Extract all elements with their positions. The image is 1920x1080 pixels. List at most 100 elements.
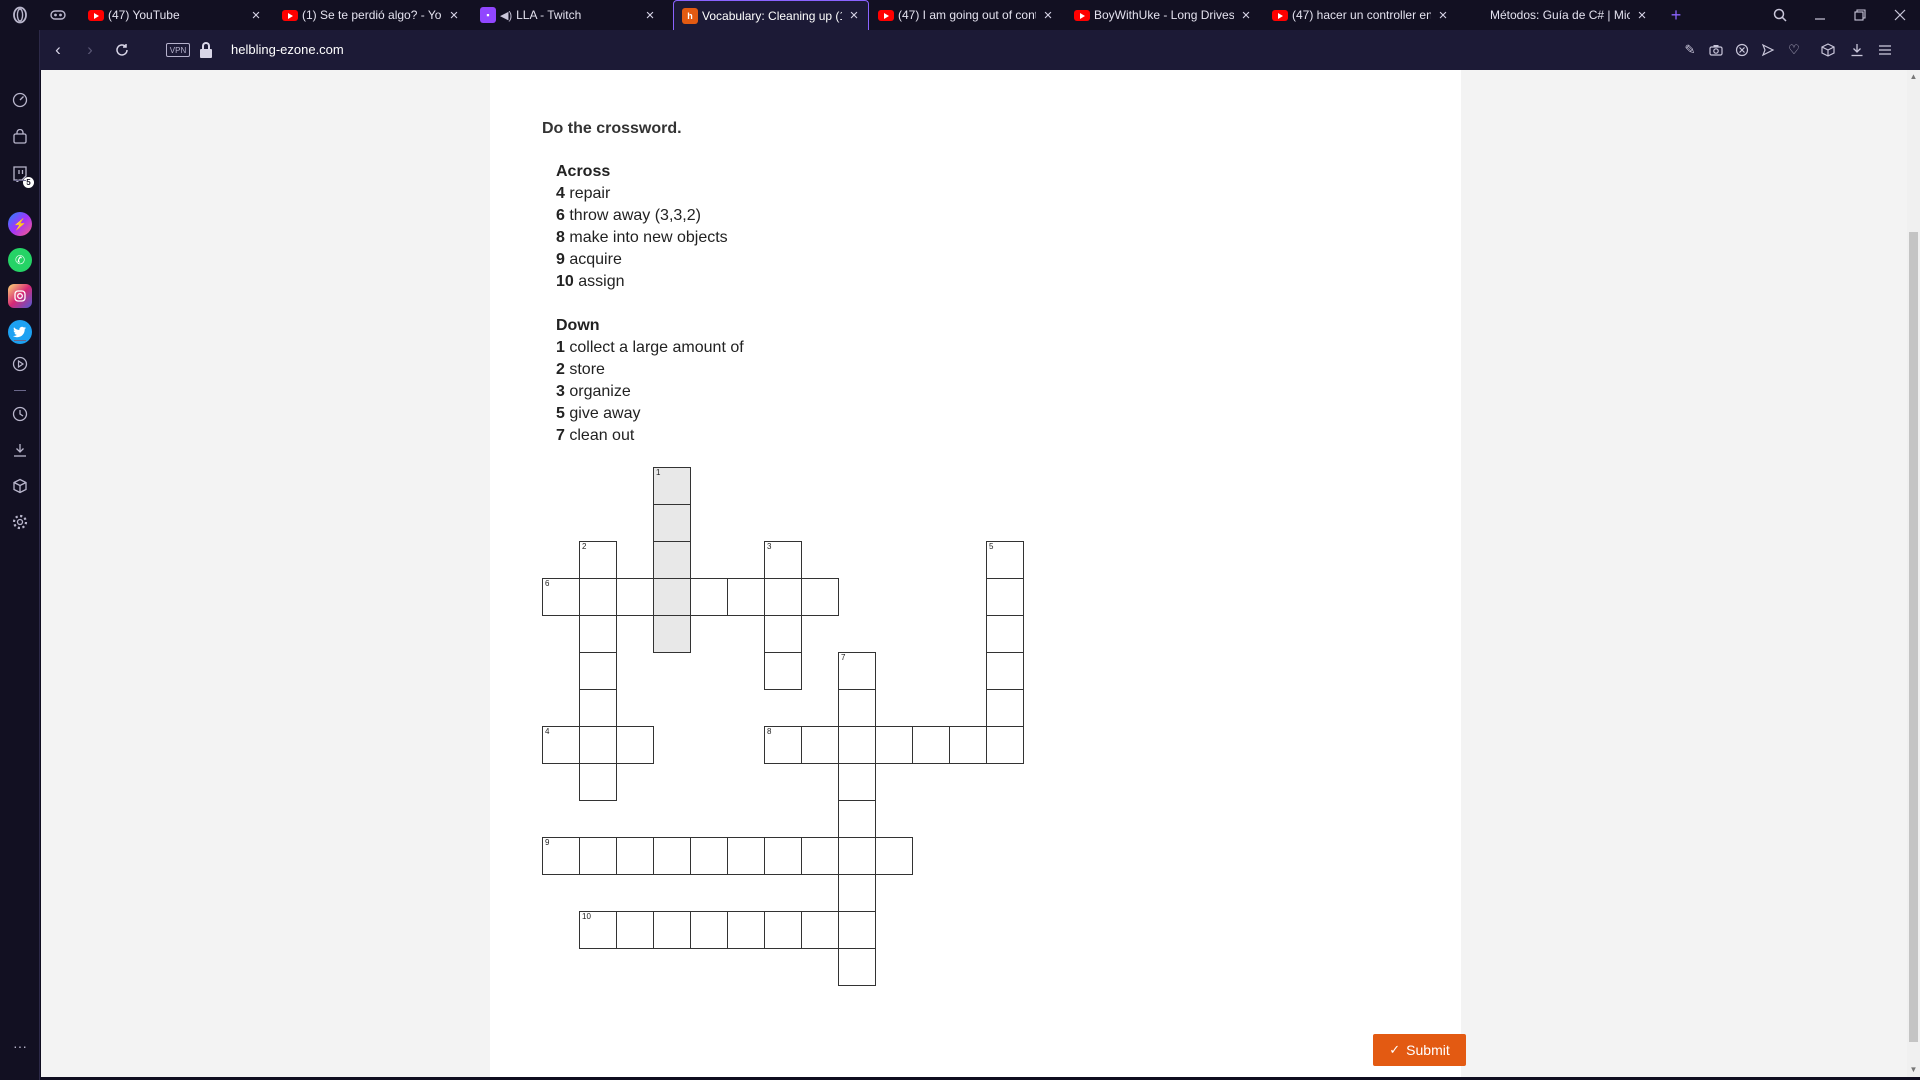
close-icon[interactable]: × [248,7,264,24]
crossword-cell[interactable] [764,615,802,653]
crossword-cell[interactable] [616,578,654,616]
crossword-cell[interactable] [986,652,1024,690]
workspaces-icon[interactable] [46,0,70,30]
messenger-icon[interactable]: ⚡ [8,212,32,236]
tab-vocabulary[interactable]: h Vocabulary: Cleaning up (1) × [673,0,869,30]
crossword-cell[interactable]: 7 [838,652,876,690]
minimize-icon[interactable] [1800,0,1840,30]
crossword-cell[interactable] [616,837,654,875]
crossword-cell[interactable]: 2 [579,541,617,579]
crossword-cell[interactable] [838,874,876,912]
shopping-icon[interactable] [8,125,32,149]
more-icon[interactable]: ··· [8,1034,32,1058]
crossword-cell[interactable] [616,726,654,764]
crossword-cell[interactable]: 10 [579,911,617,949]
crossword-cell[interactable] [727,578,765,616]
edit-page-icon[interactable]: ✎ [1680,40,1700,60]
crossword-cell[interactable]: 4 [542,726,580,764]
adblock-icon[interactable] [1732,40,1752,60]
crossword-cell[interactable] [727,911,765,949]
close-icon[interactable]: × [1634,7,1650,24]
close-icon[interactable]: × [1435,7,1451,24]
crossword-cell[interactable]: 1 [653,467,691,505]
tab-youtube[interactable]: (47) I am going out of cont × [870,0,1062,30]
extensions-icon[interactable] [1818,40,1838,60]
lock-icon[interactable] [200,42,212,58]
crossword-cell[interactable] [764,837,802,875]
twitch-sidebar-icon[interactable]: 5 [8,162,34,188]
crossword-cell[interactable] [727,837,765,875]
crossword-cell[interactable] [690,578,728,616]
crossword-cell[interactable] [838,800,876,838]
crossword-cell[interactable] [653,911,691,949]
crossword-cell[interactable] [986,726,1024,764]
crossword-cell[interactable]: 9 [542,837,580,875]
history-icon[interactable] [8,402,32,426]
send-icon[interactable] [1758,40,1778,60]
easy-setup-icon[interactable] [1875,40,1895,60]
crossword-cell[interactable] [690,911,728,949]
crossword-cell[interactable] [875,726,913,764]
crossword-cell[interactable] [653,504,691,542]
crossword-cell[interactable]: 6 [542,578,580,616]
crossword-cell[interactable] [579,726,617,764]
crossword-cell[interactable] [986,689,1024,727]
tab-twitch[interactable]: ▪ ◀) LLA - Twitch × [472,0,664,30]
crossword-cell[interactable] [801,837,839,875]
crossword-cell[interactable] [579,615,617,653]
crossword-cell[interactable] [616,911,654,949]
close-icon[interactable]: × [846,7,862,24]
crossword-cell[interactable] [801,726,839,764]
crossword-cell[interactable] [875,837,913,875]
new-tab-icon[interactable]: + [1664,0,1688,30]
crossword-cell[interactable]: 5 [986,541,1024,579]
crossword-cell[interactable] [838,726,876,764]
instagram-icon[interactable] [8,284,32,308]
crossword-cell[interactable] [838,763,876,801]
crossword-cell[interactable] [801,911,839,949]
settings-icon[interactable] [8,510,32,534]
submit-button[interactable]: ✓ Submit [1373,1034,1466,1066]
crossword-cell[interactable] [579,652,617,690]
crossword-cell[interactable] [801,578,839,616]
downloads-icon[interactable] [8,438,32,462]
crossword-cell[interactable] [653,541,691,579]
scroll-down-icon[interactable]: ▼ [1907,1063,1920,1077]
close-icon[interactable]: × [1238,7,1254,24]
crossword-cell[interactable] [949,726,987,764]
crossword-cell[interactable] [838,948,876,986]
crossword-cell[interactable] [653,837,691,875]
crossword-cell[interactable] [838,837,876,875]
speaker-icon[interactable]: ◀) [500,9,512,22]
close-window-icon[interactable] [1880,0,1920,30]
crossword-cell[interactable]: 8 [764,726,802,764]
forward-icon[interactable]: › [76,30,104,70]
reload-icon[interactable] [108,30,136,70]
player-icon[interactable] [8,352,32,376]
close-icon[interactable]: × [446,7,462,24]
crossword-cell[interactable] [579,763,617,801]
crossword-cell[interactable] [764,578,802,616]
tab-youtube[interactable]: (1) Se te perdió algo? - You × [274,0,468,30]
tab-microsoft[interactable]: Métodos: Guía de C# | Micr × [1462,0,1656,30]
heart-icon[interactable]: ♡ [1784,40,1804,60]
crossword-cell[interactable] [764,652,802,690]
download-icon[interactable] [1847,40,1867,60]
restore-icon[interactable] [1840,0,1880,30]
crossword-cell[interactable]: 3 [764,541,802,579]
opera-menu-icon[interactable] [0,0,40,30]
crossword-cell[interactable] [653,578,691,616]
crossword-cell[interactable] [764,911,802,949]
camera-icon[interactable] [1706,40,1726,60]
tab-search-icon[interactable] [1760,0,1800,30]
scroll-up-icon[interactable]: ▲ [1907,70,1920,84]
crossword-cell[interactable] [579,689,617,727]
extensions-sidebar-icon[interactable] [8,474,32,498]
close-icon[interactable]: × [1040,7,1056,24]
crossword-cell[interactable] [838,911,876,949]
close-icon[interactable]: × [642,7,658,24]
back-icon[interactable]: ‹ [44,30,72,70]
crossword-cell[interactable] [690,837,728,875]
speed-dial-icon[interactable] [8,88,32,112]
crossword-cell[interactable] [579,837,617,875]
